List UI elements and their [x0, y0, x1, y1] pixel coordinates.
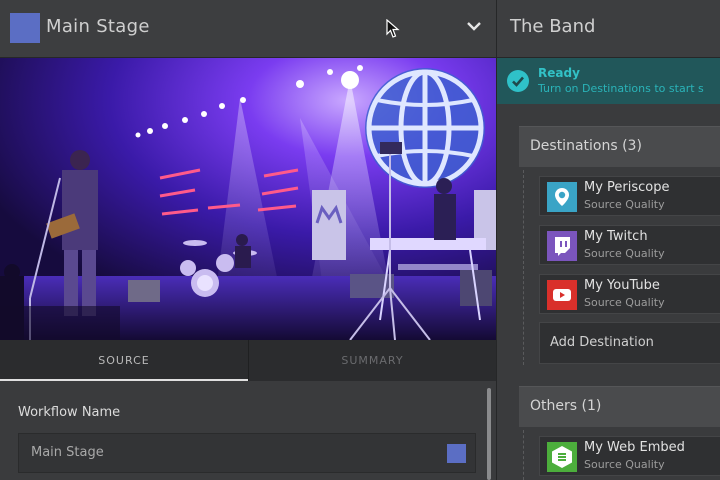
- stage-header[interactable]: Main Stage: [0, 0, 496, 58]
- add-destination-button[interactable]: Add Destination: [539, 322, 720, 364]
- status-title: Ready: [538, 66, 580, 80]
- web-embed-icon: [547, 442, 577, 472]
- tab-source[interactable]: SOURCE: [0, 340, 248, 381]
- status-banner: Ready Turn on Destinations to start s: [497, 58, 720, 104]
- youtube-icon: [547, 280, 577, 310]
- check-circle-icon: [507, 70, 529, 92]
- destination-quality: Source Quality: [584, 247, 665, 260]
- workflow-color-swatch[interactable]: [447, 444, 466, 463]
- status-message: Turn on Destinations to start s: [538, 82, 704, 95]
- destination-quality: Source Quality: [584, 198, 665, 211]
- video-preview: [0, 58, 496, 340]
- others-tree-line: [523, 430, 525, 480]
- destination-name: My Twitch: [584, 229, 648, 244]
- workflow-name-field[interactable]: Main Stage: [18, 433, 476, 473]
- destination-quality: Source Quality: [584, 296, 665, 309]
- destination-name: My Web Embed: [584, 440, 685, 455]
- destination-name: My Periscope: [584, 180, 670, 195]
- destination-card-periscope[interactable]: My Periscope Source Quality: [539, 176, 720, 216]
- mouse-cursor-icon: [386, 19, 400, 38]
- destinations-group-header[interactable]: Destinations (3): [519, 126, 720, 167]
- band-header: The Band: [497, 0, 720, 58]
- workflow-name-label: Workflow Name: [18, 405, 121, 420]
- source-form: Workflow Name Main Stage: [0, 381, 496, 480]
- destination-card-youtube[interactable]: My YouTube Source Quality: [539, 274, 720, 314]
- form-scrollbar[interactable]: [487, 388, 491, 480]
- stage-color-swatch[interactable]: [10, 13, 40, 43]
- source-summary-tabs: SOURCE SUMMARY: [0, 340, 496, 381]
- add-destination-label: Add Destination: [550, 335, 654, 350]
- others-group-header[interactable]: Others (1): [519, 386, 720, 427]
- concert-stage-image: [0, 58, 496, 340]
- chevron-down-icon[interactable]: [464, 16, 484, 36]
- stage-title: Main Stage: [46, 16, 150, 37]
- others-group-label: Others (1): [530, 398, 602, 414]
- workflow-name-value: Main Stage: [31, 445, 104, 460]
- stage-panel: Main Stage SOURCE SUMMARY Workflow Name …: [0, 0, 496, 480]
- destination-card-web-embed[interactable]: My Web Embed Source Quality: [539, 436, 720, 476]
- twitch-icon: [547, 231, 577, 261]
- destination-card-twitch[interactable]: My Twitch Source Quality: [539, 225, 720, 265]
- destination-name: My YouTube: [584, 278, 660, 293]
- band-panel: The Band Ready Turn on Destinations to s…: [497, 0, 720, 480]
- band-title: The Band: [510, 16, 596, 37]
- tab-summary[interactable]: SUMMARY: [249, 340, 496, 381]
- destination-quality: Source Quality: [584, 458, 665, 471]
- periscope-icon: [547, 182, 577, 212]
- destinations-group-label: Destinations (3): [530, 138, 642, 154]
- destinations-tree-line: [523, 170, 525, 365]
